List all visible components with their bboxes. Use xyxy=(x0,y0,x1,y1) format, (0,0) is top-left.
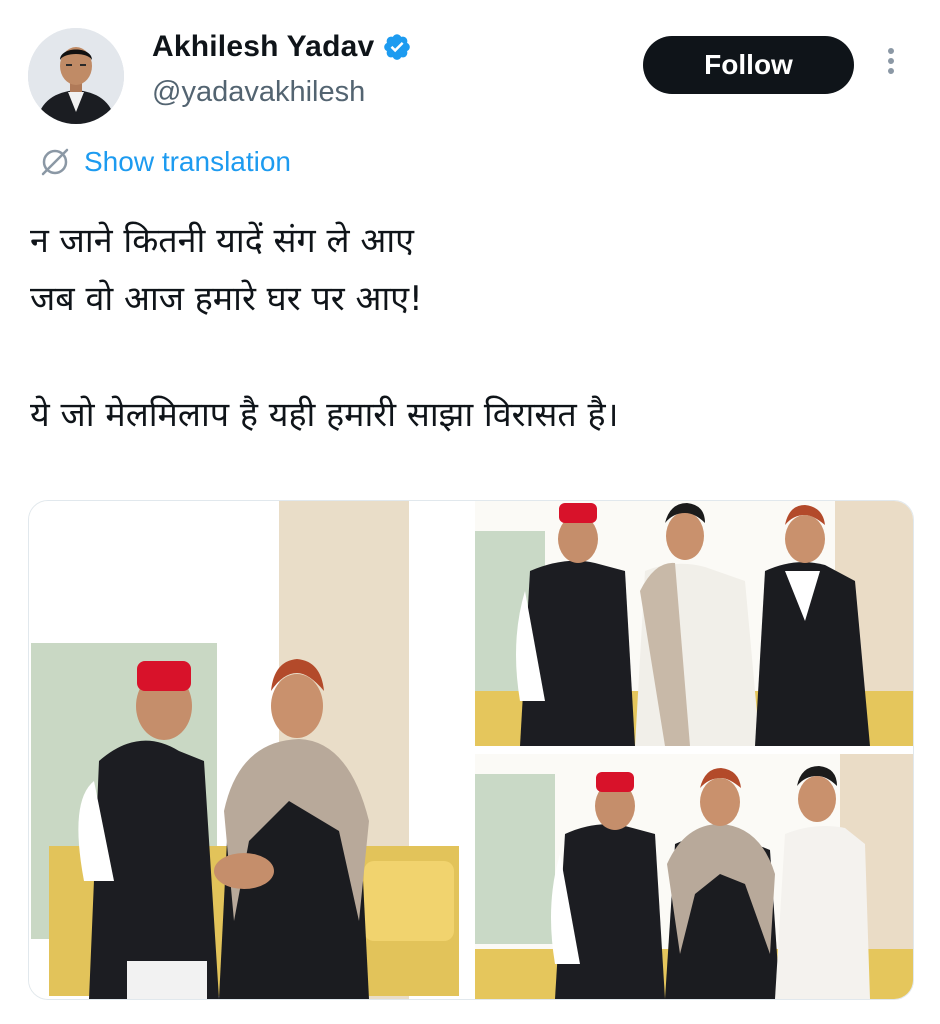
photo-2[interactable] xyxy=(475,501,913,746)
show-translation-link[interactable]: Show translation xyxy=(38,145,291,179)
photo-3[interactable] xyxy=(475,754,913,999)
avatar-image xyxy=(28,28,124,124)
follow-button[interactable]: Follow xyxy=(643,36,854,94)
author-display-name[interactable]: Akhilesh Yadav xyxy=(152,30,374,64)
author-handle[interactable]: @yadavakhilesh xyxy=(152,76,365,109)
translate-icon xyxy=(41,148,69,176)
tweet-text: न जाने कितनी यादें संग ले आए जब वो आज हम… xyxy=(30,221,619,435)
photo-1[interactable] xyxy=(29,501,467,999)
media-grid xyxy=(28,500,914,1000)
more-vertical-icon[interactable] xyxy=(878,44,904,86)
author-name-row: Akhilesh Yadav xyxy=(152,30,412,64)
avatar[interactable] xyxy=(28,28,124,124)
verified-badge-icon xyxy=(384,34,411,60)
show-translation-label: Show translation xyxy=(84,146,292,177)
